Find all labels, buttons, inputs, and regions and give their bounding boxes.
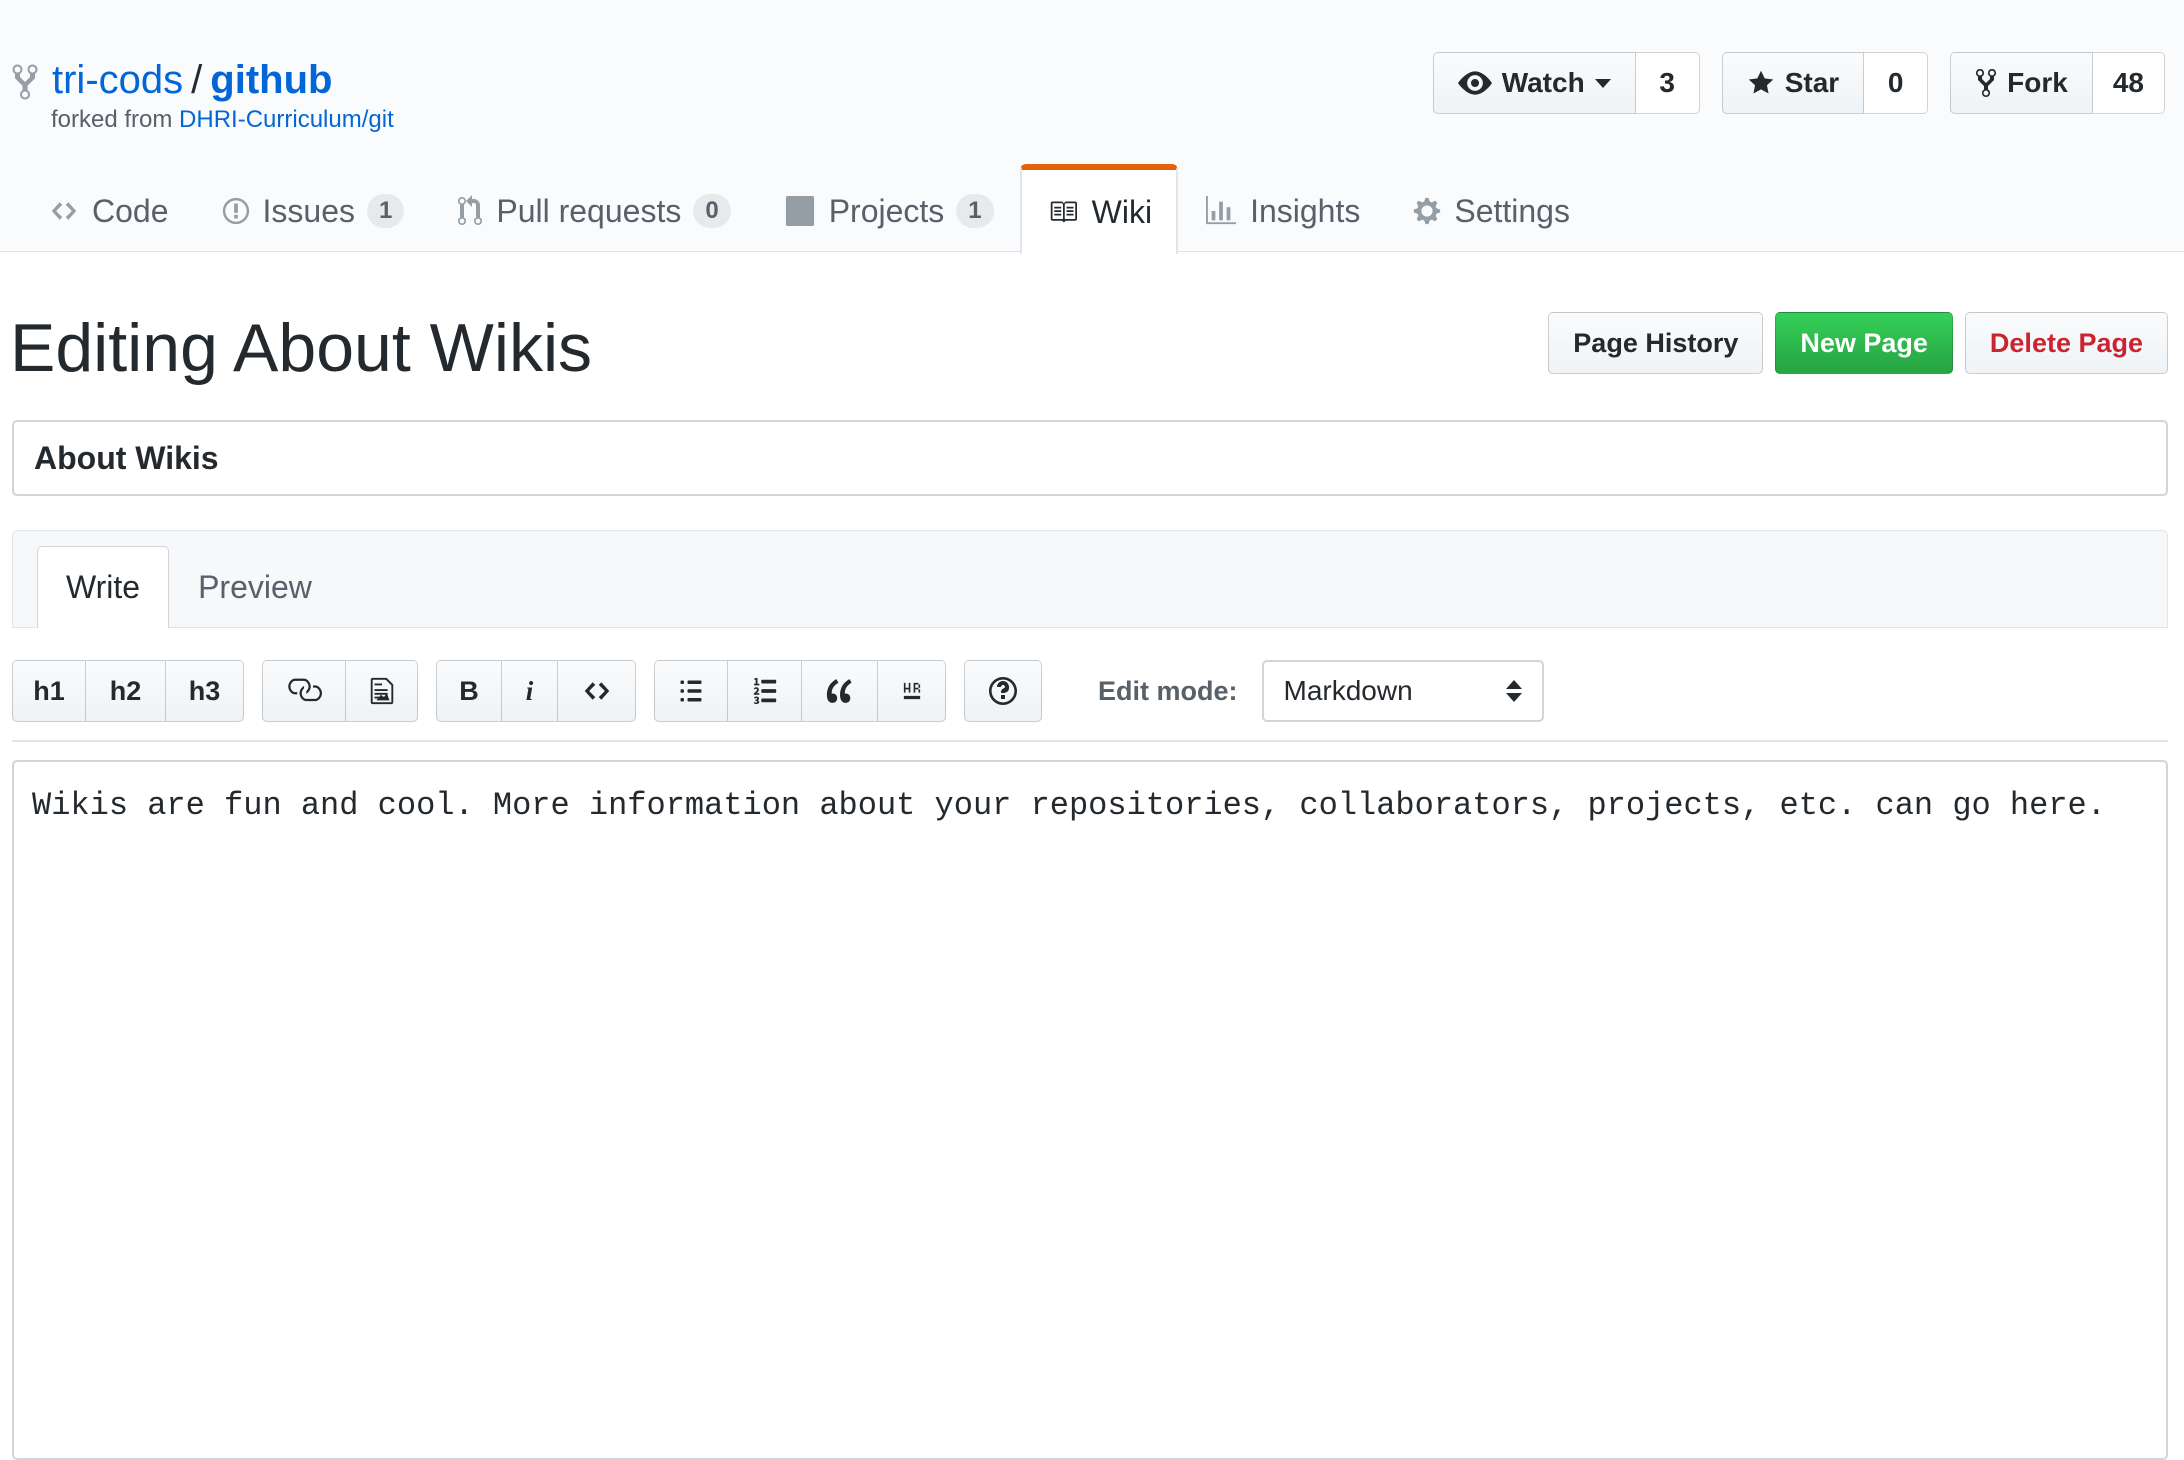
- h3-button[interactable]: h3: [166, 660, 244, 722]
- tab-insights[interactable]: Insights: [1178, 163, 1386, 253]
- fork-group: Fork 48: [1950, 52, 2165, 114]
- markdown-help-button[interactable]: [964, 660, 1042, 722]
- star-icon: [1748, 70, 1773, 94]
- forked-from-link[interactable]: DHRI-Curriculum/git: [179, 106, 394, 133]
- tab-code[interactable]: Code: [22, 163, 195, 253]
- horizontal-rule-button[interactable]: [878, 660, 946, 722]
- list-unordered-icon: [680, 680, 702, 702]
- star-count[interactable]: 0: [1864, 52, 1929, 114]
- forked-from-prefix: forked from: [51, 106, 180, 133]
- code-icon: [584, 682, 609, 700]
- edit-mode-select[interactable]: Markdown: [1261, 660, 1544, 722]
- code-button[interactable]: [558, 660, 636, 722]
- star-label: Star: [1784, 67, 1840, 98]
- edit-mode-label: Edit mode:: [1098, 675, 1238, 706]
- page-history-button[interactable]: Page History: [1548, 312, 1764, 374]
- watch-group: Watch 3: [1432, 52, 1700, 114]
- repo-name-link[interactable]: github: [210, 58, 332, 102]
- editor-tabnav: Write Preview: [37, 546, 341, 628]
- horizontal-rule-icon: [903, 682, 920, 700]
- graph-icon: [1206, 196, 1237, 225]
- new-page-button[interactable]: New Page: [1775, 312, 1953, 374]
- git-pull-request-icon: [458, 195, 483, 226]
- pulls-counter: 0: [693, 194, 731, 228]
- unordered-list-button[interactable]: [654, 660, 728, 722]
- issues-counter: 1: [366, 194, 405, 228]
- ordered-list-button[interactable]: [728, 660, 802, 722]
- edit-mode-value: Markdown: [1283, 675, 1413, 706]
- editor-tabs: Write Preview: [12, 530, 2168, 628]
- italic-button[interactable]: i: [502, 660, 558, 722]
- tab-pull-requests[interactable]: Pull requests 0: [430, 163, 756, 253]
- tab-pull-requests-label: Pull requests: [496, 192, 682, 229]
- insert-link-button[interactable]: [262, 660, 346, 722]
- issue-opened-icon: [222, 197, 249, 225]
- eye-icon: [1457, 71, 1492, 95]
- help-group: [964, 660, 1042, 722]
- repo-title: tri-cods / github: [10, 54, 332, 106]
- projects-counter: 1: [956, 194, 994, 228]
- preview-tab[interactable]: Preview: [169, 546, 341, 628]
- tab-projects-label: Projects: [828, 192, 945, 229]
- fork-button[interactable]: Fork: [1950, 52, 2093, 114]
- wiki-title-input[interactable]: [12, 420, 2168, 496]
- code-icon: [51, 202, 77, 220]
- insert-image-button[interactable]: [346, 660, 418, 722]
- question-icon: [989, 677, 1017, 705]
- bold-button[interactable]: B: [436, 660, 502, 722]
- watch-label: Watch: [1501, 67, 1585, 98]
- h2-button[interactable]: h2: [86, 660, 166, 722]
- wiki-body-textarea[interactable]: Wikis are fun and cool. More information…: [12, 760, 2168, 1460]
- tab-issues-label: Issues: [262, 192, 355, 229]
- star-group: Star 0: [1721, 52, 1929, 114]
- tab-wiki-label: Wiki: [1091, 193, 1153, 230]
- repo-header: tri-cods / github forked from DHRI-Curricu…: [0, 0, 2184, 254]
- pagehead-actions: Watch 3 Star 0 Fork 48: [1411, 52, 2165, 114]
- fork-icon: [1976, 68, 1997, 98]
- watch-button[interactable]: Watch: [1432, 52, 1636, 114]
- list-group: [654, 660, 946, 722]
- forked-from: forked from DHRI-Curriculum/git: [51, 104, 394, 136]
- watch-count[interactable]: 3: [1635, 52, 1700, 114]
- link-icon: [288, 678, 322, 702]
- star-button[interactable]: Star: [1721, 52, 1865, 114]
- fork-count[interactable]: 48: [2092, 52, 2165, 114]
- heading-group: h1 h2 h3: [12, 660, 244, 722]
- repo-name-line: tri-cods / github: [52, 54, 332, 106]
- tab-insights-label: Insights: [1250, 192, 1361, 229]
- quote-button[interactable]: [802, 660, 878, 722]
- tab-issues[interactable]: Issues 1: [195, 163, 431, 253]
- insert-group: [262, 660, 418, 722]
- repo-owner-link[interactable]: tri-cods: [52, 58, 183, 102]
- delete-page-button[interactable]: Delete Page: [1964, 312, 2168, 374]
- repo-forked-icon: [12, 64, 38, 100]
- gear-icon: [1414, 197, 1441, 225]
- list-ordered-icon: [753, 677, 776, 705]
- fork-label: Fork: [2007, 67, 2068, 98]
- format-group: B i: [436, 660, 636, 722]
- select-arrows-icon: [1505, 680, 1522, 702]
- tab-wiki[interactable]: Wiki: [1019, 164, 1179, 254]
- tab-code-label: Code: [92, 192, 169, 229]
- image-icon: [370, 677, 393, 705]
- toolbar-divider: [12, 740, 2168, 742]
- page-title: Editing About Wikis: [10, 310, 593, 386]
- chevron-down-icon: [1594, 78, 1611, 88]
- repo-nav: Code Issues 1 Pull requests 0 Projects 1…: [0, 163, 1596, 254]
- repo-separator: /: [191, 58, 203, 102]
- wiki-actions: Page History New Page Delete Page: [1536, 312, 2168, 374]
- book-icon: [1050, 201, 1077, 223]
- quote-icon: [826, 679, 852, 703]
- markdown-toolbar: h1 h2 h3 B i Edit mode: Markdown: [12, 660, 1544, 722]
- h1-button[interactable]: h1: [12, 660, 86, 722]
- tab-settings-label: Settings: [1454, 192, 1570, 229]
- tab-projects[interactable]: Projects 1: [757, 163, 1020, 253]
- project-icon: [785, 196, 814, 226]
- tab-settings[interactable]: Settings: [1386, 163, 1596, 253]
- write-tab[interactable]: Write: [37, 546, 170, 628]
